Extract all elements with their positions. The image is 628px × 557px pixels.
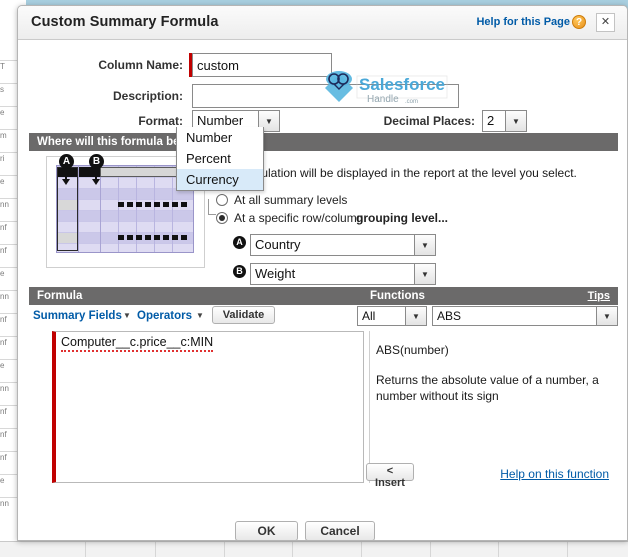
background-column-separator <box>155 542 156 557</box>
chevron-down-icon: ▼ <box>596 307 617 325</box>
chevron-down-icon: ▼ <box>405 307 426 325</box>
cancel-button[interactable]: Cancel <box>305 521 375 540</box>
decimal-places-select[interactable]: 2 ▼ <box>482 110 527 132</box>
validate-button[interactable]: Validate <box>212 306 275 324</box>
panel-divider <box>369 331 370 483</box>
grouping-connector <box>208 199 216 215</box>
format-dropdown-list[interactable]: Number Percent Currency <box>176 127 264 191</box>
chevron-down-icon: ▼ <box>414 235 435 255</box>
tips-link[interactable]: Tips <box>588 287 610 305</box>
format-option-currency[interactable]: Currency <box>177 169 263 190</box>
decimal-places-value: 2 <box>487 113 495 128</box>
grouping-a-badge: A <box>233 236 246 249</box>
radio-specific-grouping-prefix: At a specific row/column <box>234 211 364 225</box>
help-on-this-function-link[interactable]: Help on this function <box>500 467 609 481</box>
background-column-separator <box>430 542 431 557</box>
column-name-row: Column Name: <box>18 53 627 79</box>
decimal-places-label: Decimal Places: <box>383 114 475 128</box>
column-name-input[interactable] <box>192 53 332 77</box>
function-name-value: ABS <box>437 309 462 323</box>
function-category-value: All <box>362 309 376 323</box>
marker-a-arrow-head <box>62 179 70 185</box>
format-option-number[interactable]: Number <box>177 127 263 148</box>
marker-a-badge: A <box>59 154 74 169</box>
format-row: Format: Number ▼ Decimal Places: 2 ▼ <box>18 106 627 132</box>
formula-text: Computer__c.price__c:MIN <box>61 335 214 352</box>
ok-button[interactable]: OK <box>235 521 298 540</box>
format-label: Format: <box>138 114 183 128</box>
formula-editor[interactable]: Computer__c.price__c:MIN <box>52 331 364 483</box>
grouping-b-badge: B <box>233 265 246 278</box>
background-column-separator <box>361 542 362 557</box>
operators-menu[interactable]: Operators <box>137 310 192 322</box>
grouping-b-select[interactable]: Weight ▼ <box>250 263 436 285</box>
formula-section-title: Formula <box>37 290 83 302</box>
grouping-a-select[interactable]: Country ▼ <box>250 234 436 256</box>
close-icon[interactable]: ✕ <box>596 13 615 32</box>
column-name-label: Column Name: <box>98 58 183 72</box>
function-description-panel: ABS(number) Returns the absolute value o… <box>376 342 624 404</box>
chevron-down-icon[interactable]: ▼ <box>123 311 131 320</box>
insert-button[interactable]: < Insert <box>366 463 414 489</box>
radio-specific-grouping-strong: grouping level... <box>356 211 449 225</box>
summary-fields-menu[interactable]: Summary Fields <box>33 310 122 322</box>
radio-specific-grouping-level[interactable] <box>216 212 228 224</box>
report-grid <box>56 165 194 253</box>
help-for-this-page-link[interactable]: Help for this Page <box>476 16 570 28</box>
description-label: Description: <box>112 89 183 103</box>
background-column-separator <box>292 542 293 557</box>
chevron-down-icon: ▼ <box>505 111 526 131</box>
background-column-separator <box>85 542 86 557</box>
description-input[interactable] <box>192 84 459 108</box>
background-bottom-table <box>0 541 628 557</box>
dialog-titlebar: Custom Summary Formula Help for this Pag… <box>18 6 627 40</box>
grouping-b-value: Weight <box>255 266 296 281</box>
calculation-hint-text: This calculation will be displayed in th… <box>214 166 577 180</box>
dialog-title: Custom Summary Formula <box>31 14 219 30</box>
footer-separator <box>18 498 627 499</box>
function-category-select[interactable]: All ▼ <box>357 306 427 326</box>
where-section-header: Where will this formula be calculated? <box>29 133 618 151</box>
functions-section-header: Functions Tips <box>347 287 618 305</box>
chevron-down-icon: ▼ <box>414 264 435 284</box>
background-column-separator <box>567 542 568 557</box>
marker-b-arrow-head <box>92 179 100 185</box>
chevron-down-icon[interactable]: ▼ <box>196 311 204 320</box>
function-description: Returns the absolute value of a number, … <box>376 373 599 403</box>
formula-section-header: Formula <box>29 287 347 305</box>
help-question-icon[interactable]: ? <box>572 15 586 29</box>
function-name-select[interactable]: ABS ▼ <box>432 306 618 326</box>
background-column-separator <box>224 542 225 557</box>
grouping-a-value: Country <box>255 237 301 252</box>
custom-summary-formula-dialog: Custom Summary Formula Help for this Pag… <box>17 5 628 541</box>
functions-section-title: Functions <box>370 290 425 302</box>
radio-all-summary-levels[interactable] <box>216 194 228 206</box>
background-column-separator <box>498 542 499 557</box>
marker-b-badge: B <box>89 154 104 169</box>
radio-all-summary-levels-label: At all summary levels <box>234 193 348 207</box>
format-option-percent[interactable]: Percent <box>177 148 263 169</box>
function-signature: ABS(number) <box>376 343 449 357</box>
